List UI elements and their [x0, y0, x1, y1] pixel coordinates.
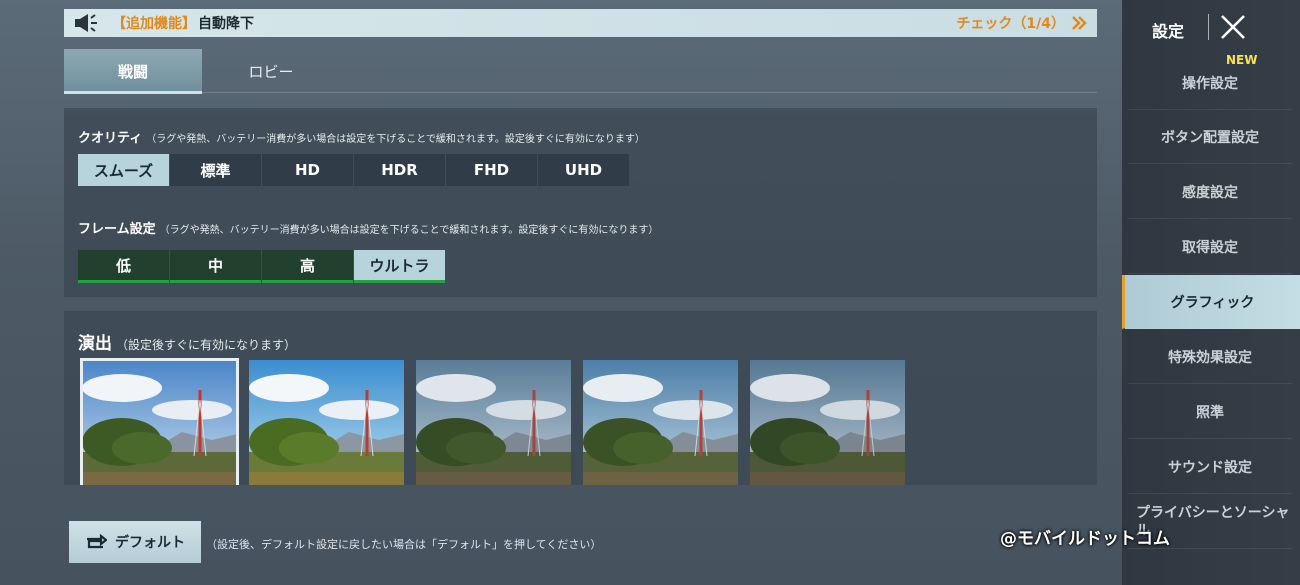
- frame-title: フレーム設定: [78, 222, 156, 237]
- selection-corner: [82, 360, 86, 364]
- sidebar-item-sensitivity[interactable]: 感度設定: [1128, 165, 1292, 219]
- frame-option-high[interactable]: 高: [262, 250, 353, 283]
- notice-bar[interactable]: 【追加機能】 自動降下 チェック（1/4）: [64, 9, 1097, 37]
- close-icon: [1221, 15, 1245, 39]
- notice-check-label: チェック（1/4）: [956, 16, 1065, 32]
- sidebar-title: 設定: [1152, 22, 1185, 41]
- effects-thumbnails: [80, 358, 905, 485]
- quality-option-hdr[interactable]: HDR: [354, 154, 445, 186]
- double-chevron-right-icon: [1072, 16, 1087, 30]
- notice-text: 自動降下: [198, 16, 254, 32]
- landscape-preview-image: [416, 360, 571, 485]
- quality-option-hd[interactable]: HD: [262, 154, 353, 186]
- frame-option-low[interactable]: 低: [78, 250, 169, 283]
- default-button[interactable]: デフォルト: [69, 521, 201, 563]
- frame-section-title: フレーム設定 （ラグや発熱、バッテリー消費が多い場合は設定を下げることで緩和されま…: [78, 218, 658, 237]
- notice-tag: 【追加機能】: [112, 16, 196, 32]
- landscape-preview-image: [82, 360, 237, 485]
- effect-thumbnail[interactable]: [583, 360, 738, 485]
- effects-note: （設定後すぐに有効になります）: [116, 338, 297, 352]
- settings-sidebar: 設定 NEW 操作設定 ボタン配置設定 感度設定 取得設定 グラフィック 特殊効…: [1122, 0, 1300, 585]
- header-divider: [1208, 14, 1209, 40]
- quality-selector: スムーズ 標準 HD HDR FHD UHD: [78, 154, 630, 186]
- tab-lobby[interactable]: ロビー: [202, 49, 340, 93]
- quality-option-uhd[interactable]: UHD: [538, 154, 629, 186]
- effect-thumbnail[interactable]: [750, 360, 905, 485]
- effect-thumbnail[interactable]: [80, 358, 239, 485]
- frame-option-mid[interactable]: 中: [170, 250, 261, 283]
- default-note: （設定後、デフォルト設定に戻したい場合は「デフォルト」を押してください）: [206, 538, 602, 551]
- frame-selector: 低 中 高 ウルトラ: [78, 250, 446, 283]
- quality-title: クオリティ: [78, 131, 143, 146]
- reset-arrows-icon: [87, 534, 107, 549]
- effect-thumbnail[interactable]: [249, 360, 404, 485]
- sidebar-item-button-layout[interactable]: ボタン配置設定: [1128, 110, 1292, 164]
- landscape-preview-image: [583, 360, 738, 485]
- frame-note: （ラグや発熱、バッテリー消費が多い場合は設定を下げることで緩和されます。設定後す…: [159, 225, 659, 236]
- landscape-preview-image: [249, 360, 404, 485]
- effects-title: 演出: [78, 334, 112, 354]
- quality-option-smooth[interactable]: スムーズ: [78, 154, 169, 186]
- tab-battle[interactable]: 戦闘: [64, 49, 202, 94]
- default-button-label: デフォルト: [115, 535, 185, 551]
- quality-note: （ラグや発熱、バッテリー消費が多い場合は設定を下げることで緩和されます。設定後す…: [146, 134, 645, 145]
- effects-panel: 演出 （設定後すぐに有効になります）: [64, 311, 1097, 485]
- frame-option-ultra[interactable]: ウルトラ: [354, 250, 445, 283]
- watermark: @モバイルドットコム: [1000, 529, 1170, 549]
- notice-check-link[interactable]: チェック（1/4）: [956, 13, 1087, 33]
- sidebar-item-graphics[interactable]: グラフィック: [1122, 275, 1300, 329]
- landscape-preview-image: [750, 360, 905, 485]
- sidebar-item-aim[interactable]: 照準: [1128, 385, 1292, 439]
- sidebar-item-sound[interactable]: サウンド設定: [1128, 440, 1292, 494]
- selection-corner: [233, 360, 237, 364]
- quality-frame-panel: クオリティ （ラグや発熱、バッテリー消費が多い場合は設定を下げることで緩和されます…: [64, 108, 1097, 297]
- sidebar-item-effects[interactable]: 特殊効果設定: [1128, 330, 1292, 384]
- main-tabs: 戦闘 ロビー: [64, 49, 1097, 94]
- effect-thumbnail[interactable]: [416, 360, 571, 485]
- close-button[interactable]: [1218, 12, 1248, 42]
- speaker-icon: [74, 12, 102, 34]
- quality-section-title: クオリティ （ラグや発熱、バッテリー消費が多い場合は設定を下げることで緩和されます…: [78, 127, 645, 146]
- sidebar-item-controls[interactable]: 操作設定: [1128, 56, 1292, 110]
- effects-section-title: 演出 （設定後すぐに有効になります）: [78, 329, 296, 354]
- quality-option-fhd[interactable]: FHD: [446, 154, 537, 186]
- sidebar-item-pickup[interactable]: 取得設定: [1128, 220, 1292, 274]
- sidebar-header: 設定 NEW: [1122, 0, 1300, 67]
- quality-option-standard[interactable]: 標準: [170, 154, 261, 186]
